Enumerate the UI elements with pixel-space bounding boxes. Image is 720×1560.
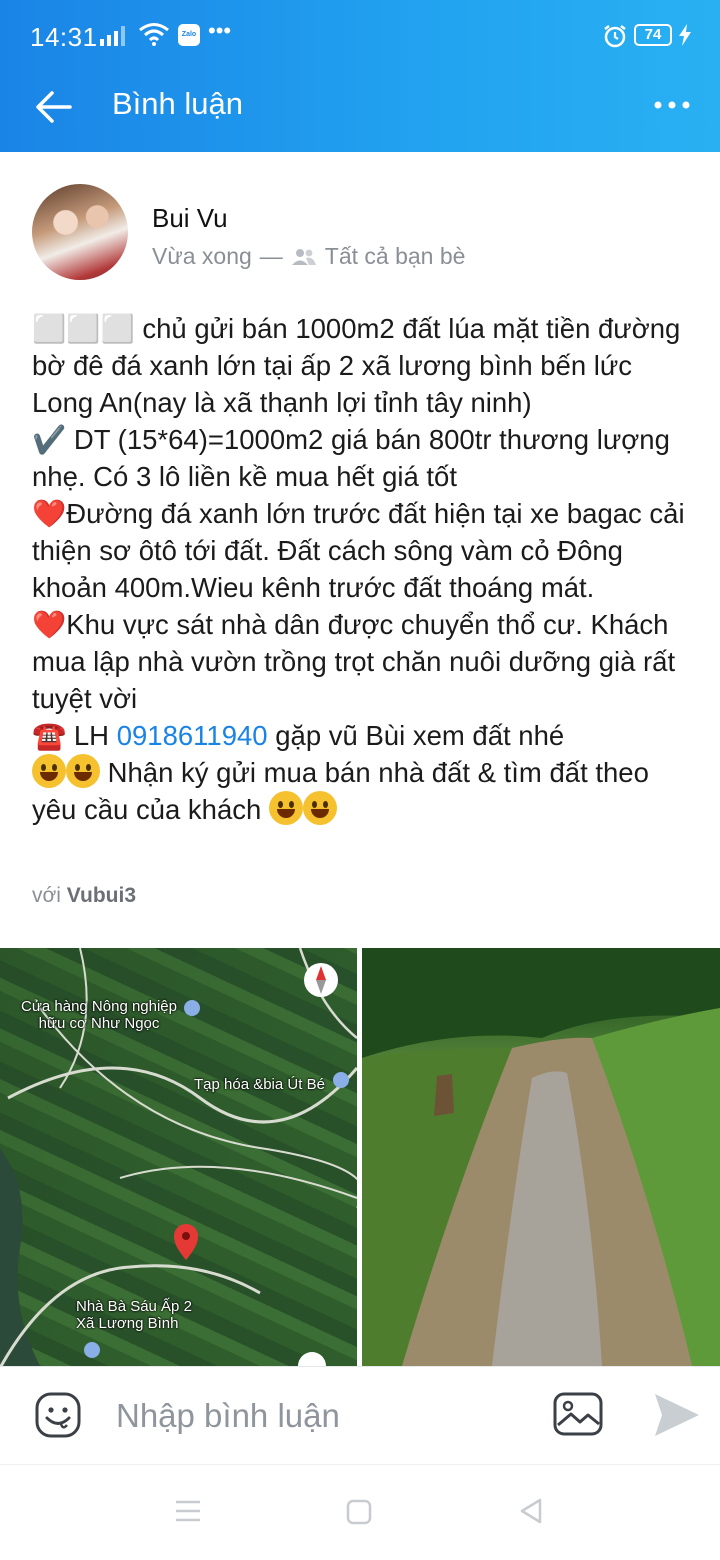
- meta-separator: —: [259, 243, 283, 269]
- road-photo[interactable]: [362, 948, 720, 1366]
- heart-icon: ❤️: [32, 609, 67, 640]
- status-bar: 14:31 Zalo ••• 74: [0, 0, 720, 64]
- post-paragraph-1: ⬜⬜⬜ chủ gửi bán 1000m2 đất lúa mặt tiền …: [32, 313, 681, 418]
- post-paragraph-6: Nhận ký gửi mua bán nhà đất & tìm đất th…: [32, 754, 692, 828]
- map-label-grocery: Tạp hóa &bia Út Bé: [194, 1076, 325, 1093]
- post-content: ⬜⬜⬜ chủ gửi bán 1000m2 đất lúa mặt tiền …: [32, 310, 692, 828]
- status-time: 14:31: [30, 22, 98, 52]
- back-arrow-icon[interactable]: [30, 84, 80, 130]
- image-attach-icon[interactable]: [552, 1391, 604, 1437]
- page-title: Bình luận: [112, 86, 243, 121]
- post-paragraph-2: ✔️ DT (15*64)=1000m2 giá bán 800tr thươn…: [32, 424, 670, 492]
- post-paragraph-5: ☎️ LH 0918611940 gặp vũ Bùi xem đất nhé: [32, 717, 692, 754]
- tagged-prefix: với: [32, 884, 61, 907]
- contact-suffix: gặp vũ Bùi xem đất nhé: [267, 720, 565, 751]
- comment-input[interactable]: [116, 1391, 516, 1441]
- charging-icon: [679, 24, 691, 46]
- post-time: Vừa xong: [152, 243, 252, 269]
- map-label-house: Nhà Bà Sáu Ấp 2 Xã Lương Bình: [76, 1298, 192, 1332]
- system-nav-bar: [0, 1464, 720, 1560]
- post-meta: Vừa xong — Tất cả bạn bè: [152, 243, 465, 270]
- grin-emoji-icon: [66, 754, 100, 788]
- signal-icon: [100, 26, 125, 46]
- send-icon[interactable]: [652, 1391, 702, 1439]
- tagged-with: với Vubui3: [32, 884, 136, 908]
- author-name[interactable]: Bui Vu: [152, 203, 228, 234]
- post-paragraph-4: ❤️Khu vực sát nhà dân được chuyển thổ cư…: [32, 606, 692, 717]
- post-paragraph-4-text: Khu vực sát nhà dân được chuyển thổ cư. …: [32, 609, 676, 714]
- more-dots-icon: •••: [208, 18, 232, 43]
- post-paragraph-3-text: Đường đá xanh lớn trước đất hiện tại xe …: [32, 498, 685, 603]
- zalo-icon: Zalo: [178, 24, 200, 46]
- phone-link[interactable]: 0918611940: [117, 720, 268, 751]
- grin-emoji-icon: [32, 754, 66, 788]
- tagged-user[interactable]: Vubui3: [67, 884, 136, 907]
- battery-icon: 74: [634, 24, 672, 46]
- alarm-icon: [604, 25, 626, 48]
- road-overlay: [362, 948, 720, 1366]
- wifi-icon: [139, 23, 169, 46]
- avatar[interactable]: [32, 184, 128, 280]
- recent-apps-icon[interactable]: [174, 1499, 202, 1523]
- more-horizontal-icon[interactable]: [648, 90, 696, 120]
- grin-emoji-icon: [268, 791, 303, 825]
- home-icon[interactable]: [346, 1499, 372, 1525]
- emoji-picker-icon[interactable]: [34, 1391, 82, 1439]
- map-label-shop: Cửa hàng Nông nghiệp hữu cơ Như Ngọc: [21, 998, 177, 1032]
- heart-icon: ❤️: [32, 498, 67, 529]
- post-paragraph-3: ❤️Đường đá xanh lớn trước đất hiện tại x…: [32, 495, 692, 606]
- grin-emoji-icon: [302, 791, 337, 825]
- post-paragraph-6-text: Nhận ký gửi mua bán nhà đất & tìm đất th…: [32, 757, 649, 825]
- friends-icon: [291, 248, 316, 265]
- contact-prefix: ☎️ LH: [32, 720, 117, 751]
- post-audience: Tất cả bạn bè: [324, 243, 466, 269]
- map-photo[interactable]: Cửa hàng Nông nghiệp hữu cơ Như Ngọc Tạp…: [0, 948, 357, 1366]
- app-header: Bình luận: [0, 64, 720, 152]
- comment-bar: [0, 1366, 720, 1464]
- nav-back-icon[interactable]: [518, 1497, 544, 1525]
